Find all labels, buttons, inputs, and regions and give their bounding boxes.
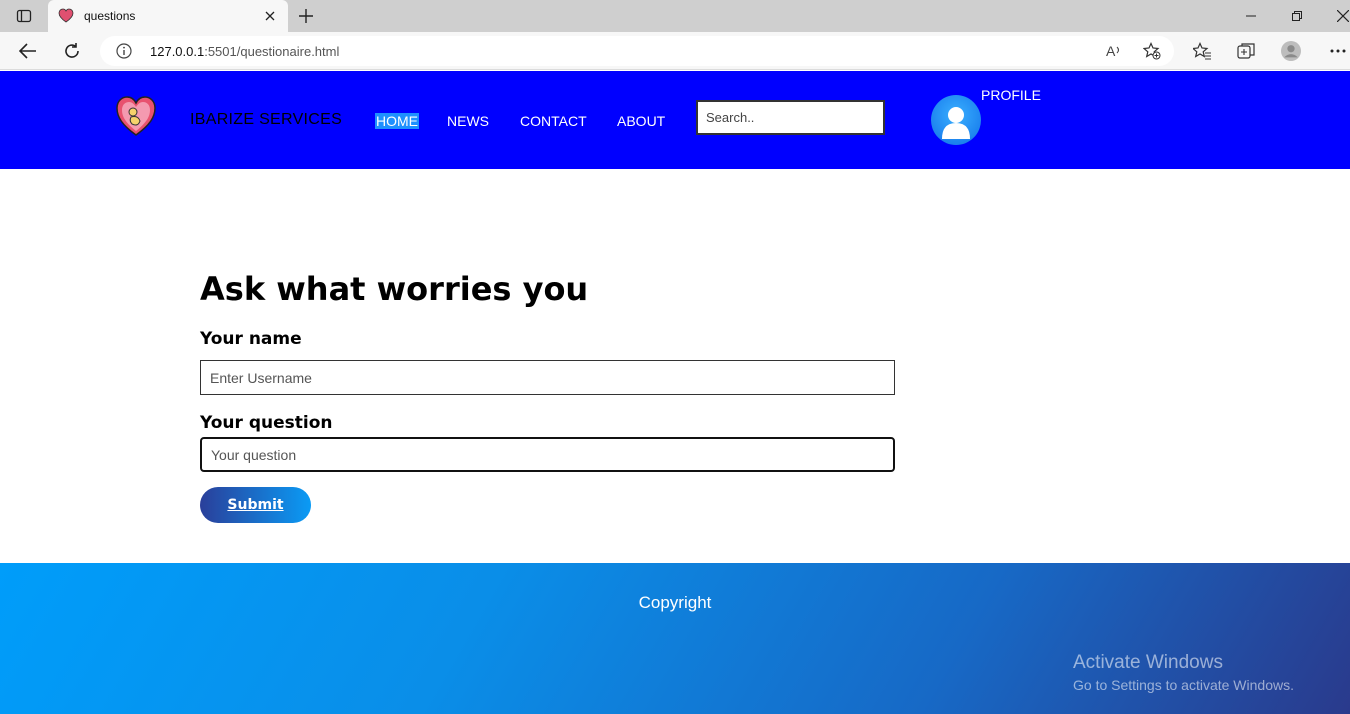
read-aloud-icon[interactable]: A	[1106, 42, 1124, 60]
nav-about[interactable]: ABOUT	[617, 113, 665, 129]
site-footer: Copyright Activate Windows Go to Setting…	[0, 563, 1350, 714]
browser-address-bar: 127.0.0.1:5501/questionaire.html A	[0, 32, 1350, 70]
collections-icon[interactable]	[1236, 41, 1256, 61]
heart-logo-icon[interactable]	[116, 95, 156, 139]
nav-news[interactable]: NEWS	[447, 113, 489, 129]
activate-windows-subtitle: Go to Settings to activate Windows.	[1073, 677, 1294, 693]
tab-title: questions	[84, 9, 136, 23]
site-info-icon[interactable]	[116, 43, 132, 59]
heart-favicon-icon	[58, 8, 74, 23]
browser-tab-bar: questions	[0, 0, 1350, 32]
site-header: IBARIZE SERVICES HOME NEWS CONTACT ABOUT…	[0, 71, 1350, 169]
add-favorite-icon[interactable]	[1143, 42, 1161, 60]
main-content: Ask what worries you Your name Your ques…	[0, 169, 1350, 563]
profile-avatar-icon[interactable]	[1281, 41, 1301, 61]
restore-icon[interactable]	[1287, 6, 1307, 26]
search-input[interactable]	[696, 100, 885, 135]
close-tab-icon[interactable]	[262, 8, 278, 24]
username-input[interactable]	[200, 360, 895, 395]
refresh-icon[interactable]	[62, 41, 82, 61]
url-text: 127.0.0.1:5501/questionaire.html	[150, 44, 339, 59]
back-arrow-icon[interactable]	[18, 41, 38, 61]
close-window-icon[interactable]	[1333, 6, 1350, 26]
profile-avatar-icon[interactable]	[931, 95, 981, 145]
minimize-icon[interactable]	[1241, 6, 1261, 26]
submit-button[interactable]: Submit	[200, 487, 311, 523]
page-title: Ask what worries you	[200, 270, 589, 308]
tab-actions-icon[interactable]	[12, 7, 36, 25]
question-input[interactable]	[200, 437, 895, 472]
url-host: 127.0.0.1	[150, 44, 205, 59]
brand-name[interactable]: IBARIZE SERVICES	[190, 111, 342, 129]
copyright-text: Copyright	[638, 593, 712, 612]
browser-tab[interactable]: questions	[48, 0, 288, 32]
url-path: :5501/questionaire.html	[204, 44, 340, 59]
favorites-icon[interactable]	[1192, 41, 1212, 61]
url-field[interactable]: 127.0.0.1:5501/questionaire.html A	[100, 36, 1174, 66]
new-tab-icon[interactable]	[296, 6, 316, 26]
nav-contact[interactable]: CONTACT	[520, 113, 587, 129]
activate-windows-title: Activate Windows	[1073, 652, 1223, 673]
nav-home[interactable]: HOME	[375, 113, 419, 129]
name-label: Your name	[200, 329, 302, 349]
svg-text:A: A	[1106, 43, 1116, 59]
more-options-icon[interactable]	[1328, 41, 1348, 61]
profile-link[interactable]: PROFILE	[981, 87, 1041, 103]
question-label: Your question	[200, 413, 333, 433]
